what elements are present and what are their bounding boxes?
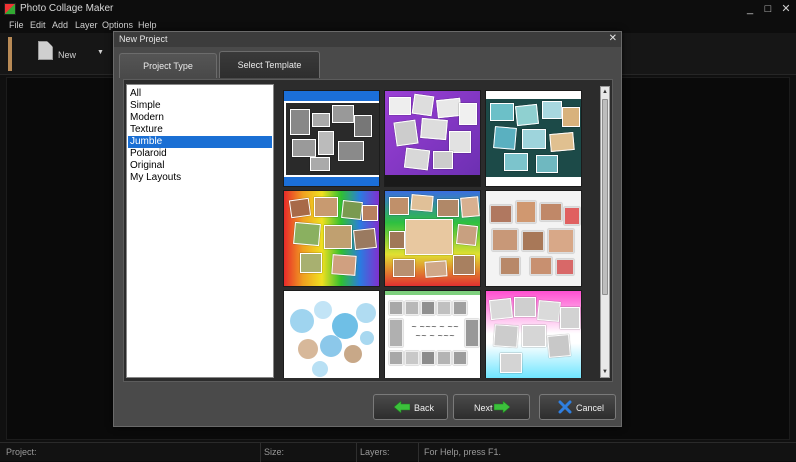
category-item-modern[interactable]: Modern: [128, 112, 272, 124]
chevron-down-icon[interactable]: ▼: [97, 49, 104, 56]
dialog-close-icon[interactable]: ✕: [609, 33, 617, 44]
tab-project-type[interactable]: Project Type: [119, 53, 217, 78]
template-thumbnail[interactable]: [485, 290, 582, 378]
toolbar-grip: [8, 37, 12, 71]
dialog-title-bar: New Project ✕: [114, 32, 621, 47]
category-list[interactable]: All Simple Modern Texture Jumble Polaroi…: [126, 84, 274, 378]
scroll-down-icon[interactable]: ▼: [601, 367, 609, 377]
arrow-right-icon: [494, 401, 510, 413]
menu-edit[interactable]: Edit: [30, 20, 46, 30]
category-item-jumble[interactable]: Jumble: [128, 136, 272, 148]
template-thumbnail[interactable]: [384, 90, 481, 187]
status-bar: Project: Size: Layers: For Help, press F…: [0, 442, 796, 462]
cancel-label: Cancel: [576, 403, 605, 413]
template-thumbnail[interactable]: [283, 290, 380, 378]
menu-layer[interactable]: Layer: [75, 20, 98, 30]
status-project-segment: Project:: [0, 443, 261, 462]
cancel-x-icon: [558, 400, 572, 414]
scroll-up-icon[interactable]: ▲: [601, 87, 609, 97]
template-thumbnail[interactable]: [485, 190, 582, 287]
template-grid: ~ ~~~ ~ ~~ ~~ ~ ~~~: [282, 88, 588, 378]
dialog-title: New Project: [119, 34, 168, 44]
new-project-dialog: New Project ✕ Project Type Select Templa…: [113, 31, 622, 427]
category-item-all[interactable]: All: [128, 88, 272, 100]
app-logo-icon: [4, 3, 16, 15]
menu-help[interactable]: Help: [138, 20, 157, 30]
maximize-button[interactable]: □: [759, 2, 777, 16]
template-thumbnail[interactable]: ~ ~~~ ~ ~~ ~~ ~ ~~~: [384, 290, 481, 378]
minimize-button[interactable]: _: [741, 2, 759, 16]
status-layers: Layers:: [360, 447, 390, 457]
back-label: Back: [414, 403, 435, 413]
category-item-texture[interactable]: Texture: [128, 124, 272, 136]
template-thumbnail[interactable]: [283, 90, 380, 187]
category-item-my-layouts[interactable]: My Layouts: [128, 172, 272, 184]
status-project: Project:: [6, 447, 37, 457]
status-size-segment: Size:: [261, 443, 357, 462]
cancel-button[interactable]: Cancel: [539, 394, 616, 420]
menu-add[interactable]: Add: [52, 20, 68, 30]
app-window: Photo Collage Maker _ □ ✕ File Edit Add …: [0, 0, 796, 462]
status-help: For Help, press F1.: [424, 447, 502, 457]
scrollbar-thumb[interactable]: [602, 99, 608, 295]
menu-file[interactable]: File: [9, 20, 24, 30]
new-button[interactable]: New: [58, 50, 76, 60]
next-label: Next: [474, 403, 493, 413]
close-button[interactable]: ✕: [777, 2, 795, 16]
category-item-polaroid[interactable]: Polaroid: [128, 148, 272, 160]
template-thumbnail[interactable]: [283, 190, 380, 287]
tab-select-template[interactable]: Select Template: [219, 51, 320, 78]
category-item-original[interactable]: Original: [128, 160, 272, 172]
template-scrollbar[interactable]: ▲ ▼: [600, 86, 610, 378]
menu-options[interactable]: Options: [102, 20, 133, 30]
template-thumbnail[interactable]: [384, 190, 481, 287]
status-layers-segment: Layers:: [357, 443, 419, 462]
category-item-simple[interactable]: Simple: [128, 100, 272, 112]
document-icon[interactable]: [38, 41, 53, 60]
title-bar: Photo Collage Maker _ □ ✕: [0, 0, 796, 19]
arrow-left-icon: [394, 401, 410, 413]
status-size: Size:: [264, 447, 285, 457]
back-button[interactable]: Back: [373, 394, 448, 420]
template-thumbnail[interactable]: [485, 90, 582, 187]
next-button[interactable]: Next: [453, 394, 530, 420]
window-title: Photo Collage Maker: [20, 3, 114, 14]
